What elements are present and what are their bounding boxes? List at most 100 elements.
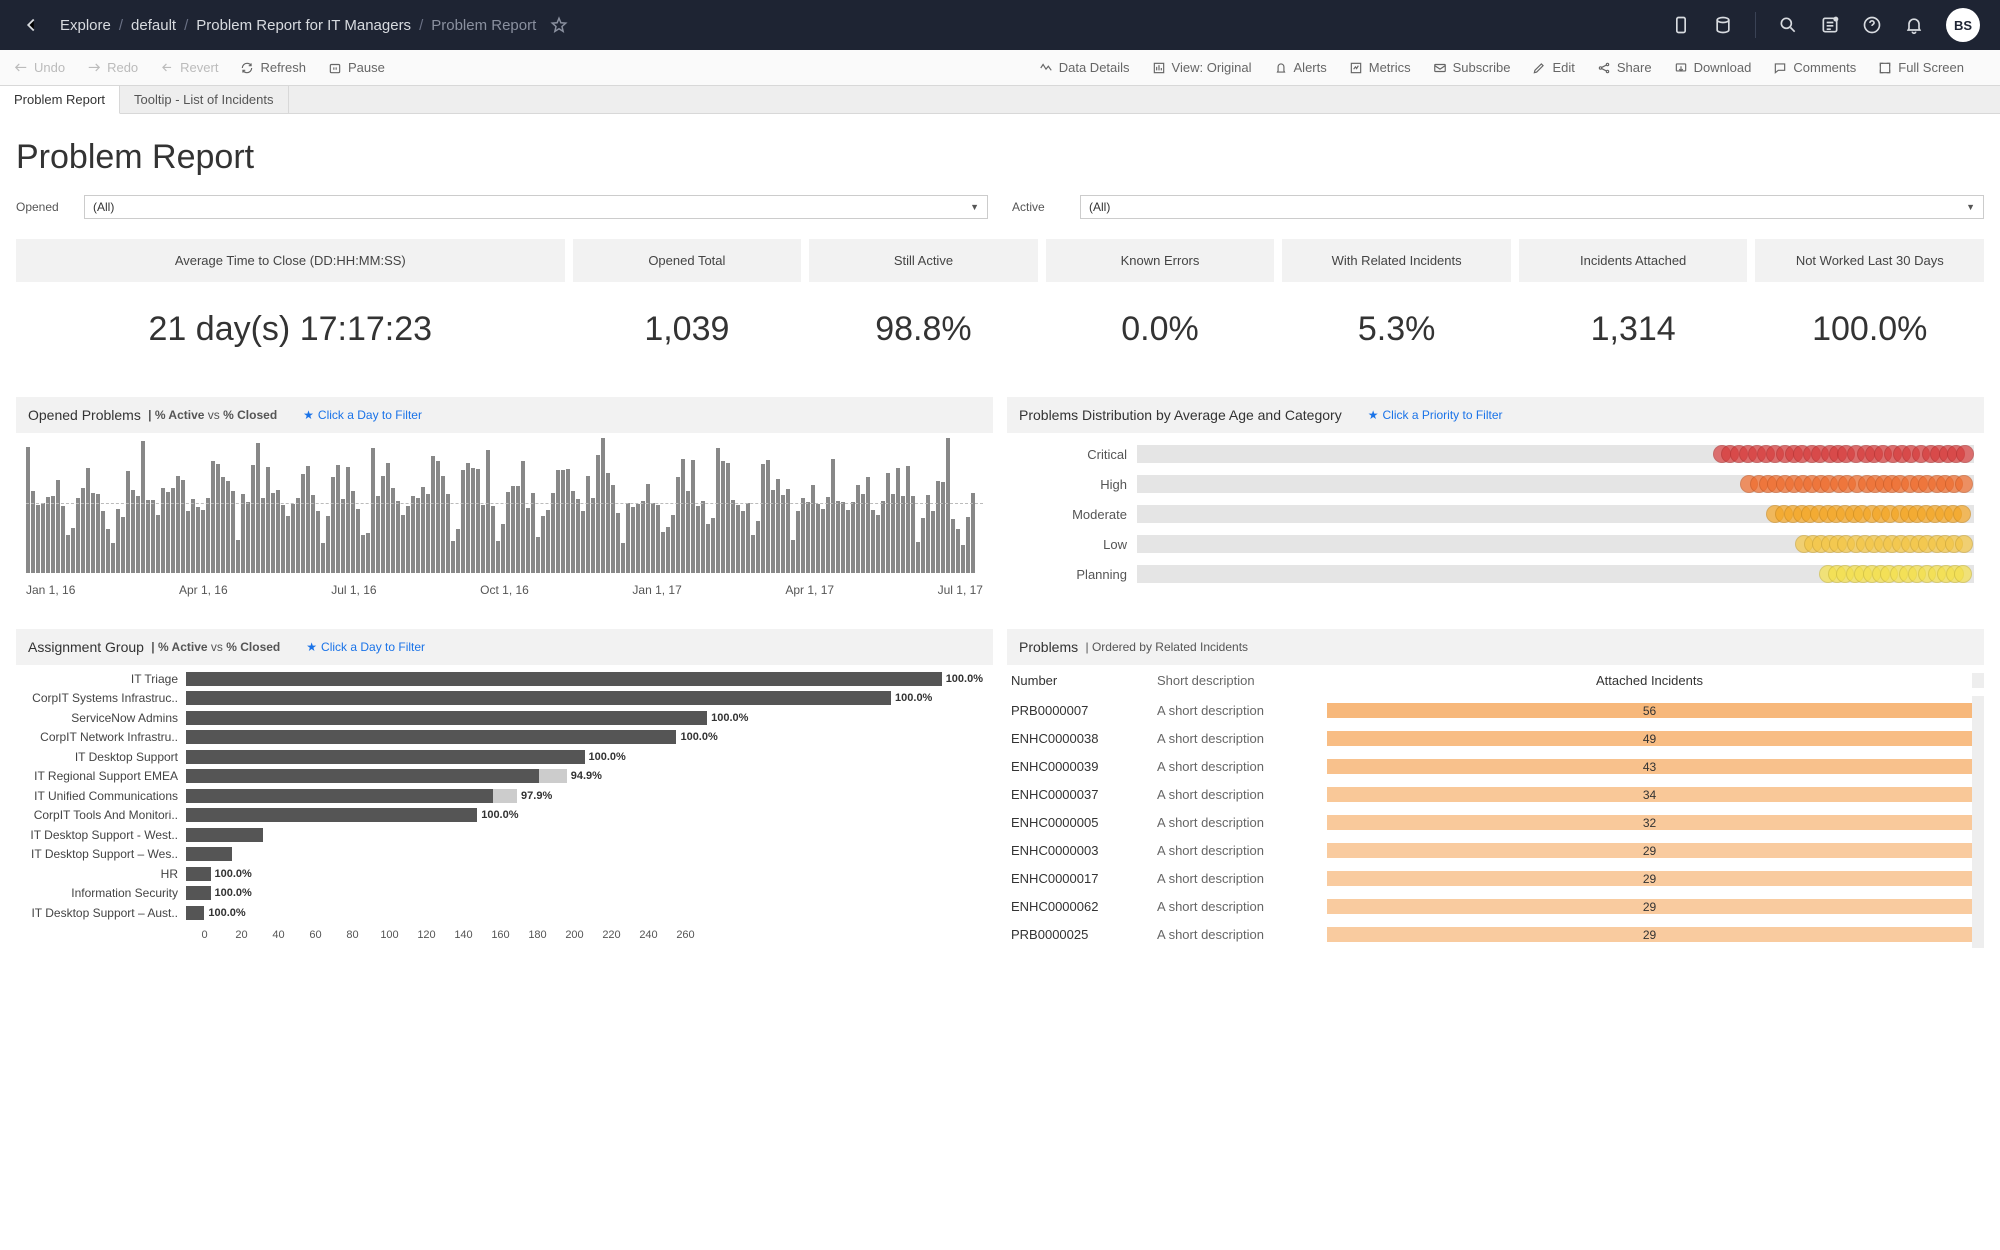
undo-button[interactable]: Undo bbox=[14, 60, 65, 75]
kpi-card[interactable]: With Related Incidents5.3% bbox=[1282, 239, 1511, 377]
distribution-row[interactable]: Moderate bbox=[1017, 499, 1974, 529]
card-title: Assignment Group bbox=[28, 639, 144, 655]
kpi-value: 0.0% bbox=[1046, 282, 1275, 377]
kpi-card[interactable]: Incidents Attached1,314 bbox=[1519, 239, 1748, 377]
kpi-card[interactable]: Still Active98.8% bbox=[809, 239, 1038, 377]
assignment-group-row[interactable]: CorpIT Tools And Monitori..100.0% bbox=[26, 806, 983, 826]
filter-select-active[interactable]: (All)▼ bbox=[1080, 195, 1984, 219]
card-title: Problems bbox=[1019, 639, 1078, 655]
kpi-card[interactable]: Average Time to Close (DD:HH:MM:SS)21 da… bbox=[16, 239, 565, 377]
table-row[interactable]: ENHC0000038A short description49 bbox=[1007, 724, 1984, 752]
favorite-icon[interactable] bbox=[550, 16, 568, 34]
edit-button[interactable]: Edit bbox=[1532, 60, 1574, 75]
tab-problem-report[interactable]: Problem Report bbox=[0, 86, 120, 114]
kpi-row: Average Time to Close (DD:HH:MM:SS)21 da… bbox=[16, 239, 1984, 377]
alerts-button[interactable]: Alerts bbox=[1274, 60, 1327, 75]
table-row[interactable]: PRB0000007A short description56 bbox=[1007, 696, 1984, 724]
scrollbar[interactable] bbox=[1972, 808, 1984, 836]
filter-hint-link[interactable]: ★Click a Priority to Filter bbox=[1368, 408, 1503, 422]
breadcrumb-item[interactable]: default bbox=[131, 17, 176, 34]
kpi-label: Opened Total bbox=[573, 239, 802, 282]
comments-button[interactable]: Comments bbox=[1773, 60, 1856, 75]
distribution-chart[interactable]: CriticalHighModerateLowPlanning bbox=[1007, 433, 1984, 595]
assignment-group-row[interactable]: IT Unified Communications97.9% bbox=[26, 786, 983, 806]
assignment-group-row[interactable]: Information Security100.0% bbox=[26, 884, 983, 904]
assignment-group-row[interactable]: IT Desktop Support – Aust..100.0% bbox=[26, 903, 983, 923]
filter-hint-link[interactable]: ★Click a Day to Filter bbox=[306, 640, 425, 654]
refresh-button[interactable]: Refresh bbox=[240, 60, 306, 75]
help-icon[interactable] bbox=[1862, 15, 1882, 35]
scrollbar[interactable] bbox=[1972, 920, 1984, 948]
toolbar: Undo Redo Revert Refresh Pause Data Deta… bbox=[0, 50, 2000, 86]
notifications-icon[interactable] bbox=[1904, 15, 1924, 35]
scrollbar[interactable] bbox=[1972, 724, 1984, 752]
revert-button[interactable]: Revert bbox=[160, 60, 218, 75]
assignment-group-row[interactable]: IT Desktop Support100.0% bbox=[26, 747, 983, 767]
distribution-card: Problems Distribution by Average Age and… bbox=[1007, 397, 1984, 613]
filter-select-opened[interactable]: (All)▼ bbox=[84, 195, 988, 219]
scrollbar[interactable] bbox=[1972, 836, 1984, 864]
distribution-row[interactable]: High bbox=[1017, 469, 1974, 499]
opened-problems-card: Opened Problems | % Active vs % Closed ★… bbox=[16, 397, 993, 613]
opened-problems-chart[interactable]: Jan 1, 16Apr 1, 16Jul 1, 16Oct 1, 16Jan … bbox=[16, 433, 993, 613]
assignment-group-row[interactable]: IT Desktop Support – Wes.. bbox=[26, 845, 983, 865]
assignment-group-row[interactable]: IT Desktop Support - West.. bbox=[26, 825, 983, 845]
tab-tooltip-incidents[interactable]: Tooltip - List of Incidents bbox=[120, 86, 288, 113]
scrollbar[interactable] bbox=[1972, 696, 1984, 724]
assignment-group-row[interactable]: HR100.0% bbox=[26, 864, 983, 884]
scrollbar[interactable] bbox=[1972, 864, 1984, 892]
kpi-value: 1,039 bbox=[573, 282, 802, 377]
share-button[interactable]: Share bbox=[1597, 60, 1652, 75]
data-source-icon[interactable] bbox=[1713, 15, 1733, 35]
view-button[interactable]: View: Original bbox=[1152, 60, 1252, 75]
breadcrumb-item[interactable]: Problem Report for IT Managers bbox=[196, 17, 411, 34]
col-desc: Short description bbox=[1157, 673, 1327, 688]
breadcrumb-item[interactable]: Explore bbox=[60, 17, 111, 34]
table-row[interactable]: ENHC0000005A short description32 bbox=[1007, 808, 1984, 836]
table-row[interactable]: ENHC0000037A short description34 bbox=[1007, 780, 1984, 808]
col-number: Number bbox=[1007, 673, 1157, 688]
data-details-button[interactable]: Data Details bbox=[1039, 60, 1130, 75]
assignment-group-row[interactable]: IT Regional Support EMEA94.9% bbox=[26, 767, 983, 787]
kpi-value: 100.0% bbox=[1755, 282, 1984, 377]
top-nav-bar: Explore/ default/ Problem Report for IT … bbox=[0, 0, 2000, 50]
kpi-label: With Related Incidents bbox=[1282, 239, 1511, 282]
redo-button[interactable]: Redo bbox=[87, 60, 138, 75]
device-preview-icon[interactable] bbox=[1671, 15, 1691, 35]
kpi-value: 98.8% bbox=[809, 282, 1038, 377]
kpi-card[interactable]: Opened Total1,039 bbox=[573, 239, 802, 377]
assignment-group-chart[interactable]: IT Triage100.0%CorpIT Systems Infrastruc… bbox=[16, 665, 993, 945]
kpi-label: Not Worked Last 30 Days bbox=[1755, 239, 1984, 282]
scrollbar[interactable] bbox=[1972, 892, 1984, 920]
table-row[interactable]: ENHC0000039A short description43 bbox=[1007, 752, 1984, 780]
problems-table-card: Problems | Ordered by Related Incidents … bbox=[1007, 629, 1984, 948]
filter-label-active: Active bbox=[1012, 200, 1072, 214]
table-row[interactable]: PRB0000025A short description29 bbox=[1007, 920, 1984, 948]
list-icon[interactable] bbox=[1820, 15, 1840, 35]
distribution-row[interactable]: Critical bbox=[1017, 439, 1974, 469]
kpi-label: Incidents Attached bbox=[1519, 239, 1748, 282]
scrollbar[interactable] bbox=[1972, 752, 1984, 780]
scrollbar[interactable] bbox=[1972, 780, 1984, 808]
table-row[interactable]: ENHC0000017A short description29 bbox=[1007, 864, 1984, 892]
kpi-card[interactable]: Known Errors0.0% bbox=[1046, 239, 1275, 377]
search-icon[interactable] bbox=[1778, 15, 1798, 35]
avatar[interactable]: BS bbox=[1946, 8, 1980, 42]
metrics-button[interactable]: Metrics bbox=[1349, 60, 1411, 75]
pause-button[interactable]: Pause bbox=[328, 60, 385, 75]
assignment-group-row[interactable]: CorpIT Systems Infrastruc..100.0% bbox=[26, 689, 983, 709]
distribution-row[interactable]: Low bbox=[1017, 529, 1974, 559]
subscribe-button[interactable]: Subscribe bbox=[1433, 60, 1511, 75]
filter-hint-link[interactable]: ★Click a Day to Filter bbox=[303, 408, 422, 422]
assignment-group-row[interactable]: ServiceNow Admins100.0% bbox=[26, 708, 983, 728]
kpi-card[interactable]: Not Worked Last 30 Days100.0% bbox=[1755, 239, 1984, 377]
table-row[interactable]: ENHC0000003A short description29 bbox=[1007, 836, 1984, 864]
back-icon[interactable] bbox=[20, 14, 42, 36]
table-row[interactable]: ENHC0000062A short description29 bbox=[1007, 892, 1984, 920]
fullscreen-button[interactable]: Full Screen bbox=[1878, 60, 1964, 75]
filter-label-opened: Opened bbox=[16, 200, 76, 214]
assignment-group-row[interactable]: IT Triage100.0% bbox=[26, 669, 983, 689]
download-button[interactable]: Download bbox=[1674, 60, 1752, 75]
distribution-row[interactable]: Planning bbox=[1017, 559, 1974, 589]
assignment-group-row[interactable]: CorpIT Network Infrastru..100.0% bbox=[26, 728, 983, 748]
